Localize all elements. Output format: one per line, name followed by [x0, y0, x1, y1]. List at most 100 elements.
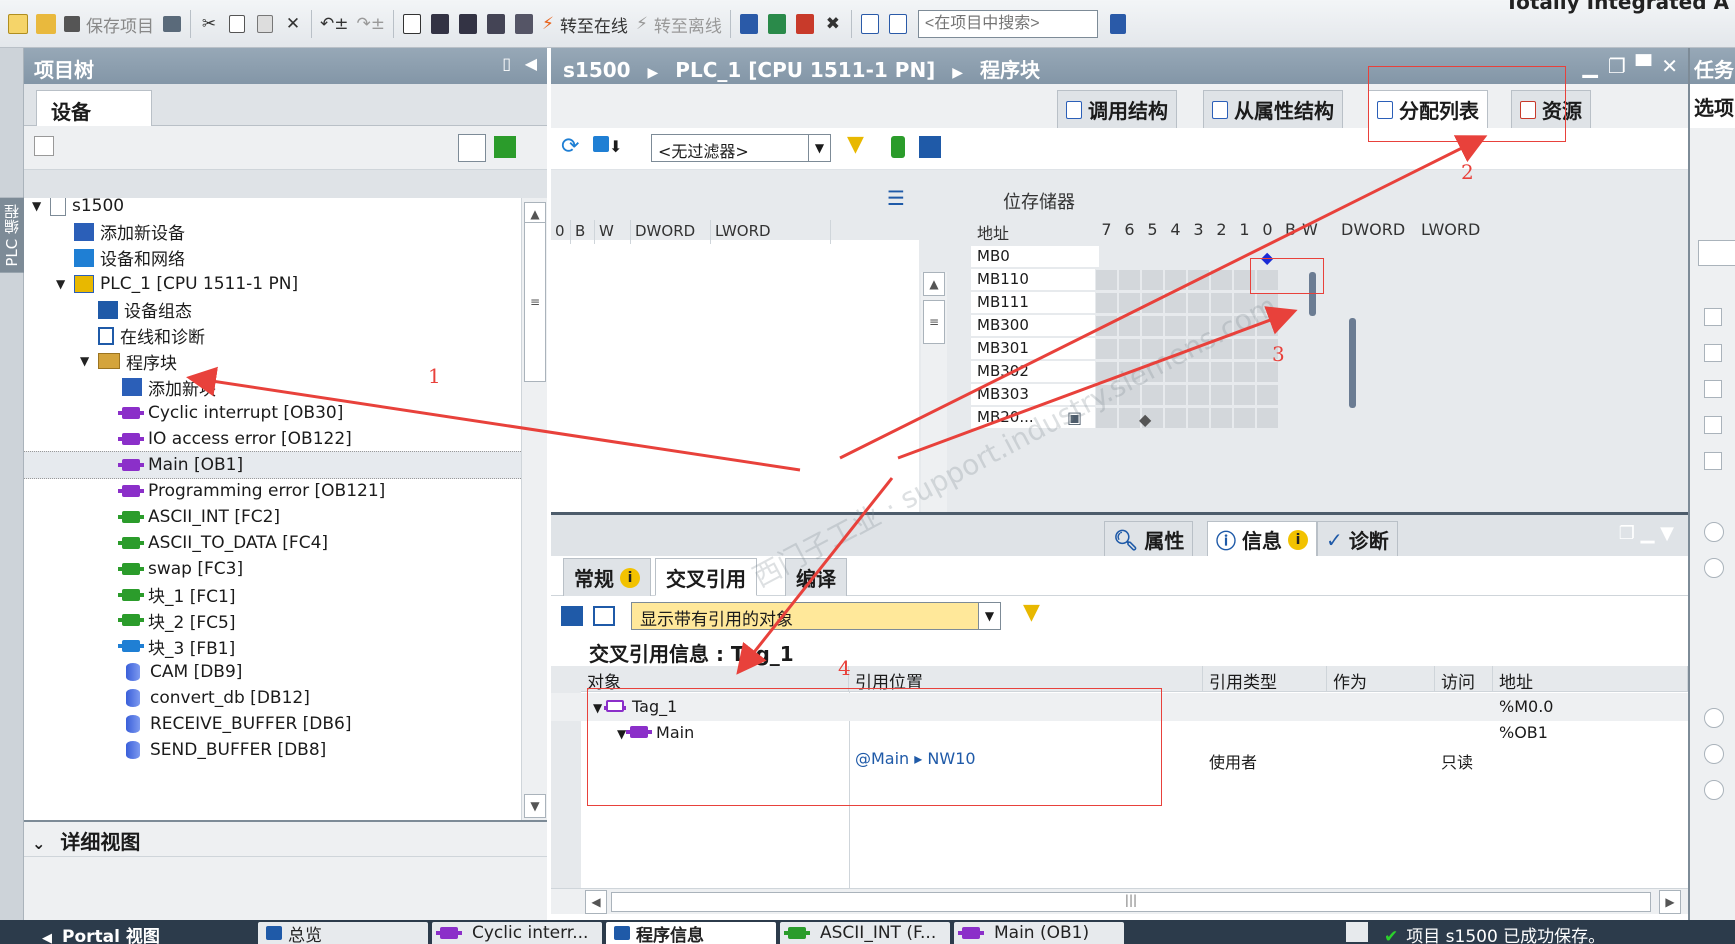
download-icon[interactable]: [427, 9, 453, 39]
tree-item[interactable]: SEND_BUFFER [DB8]: [104, 736, 326, 764]
close-icon[interactable]: ✕: [1661, 54, 1678, 78]
memory-row[interactable]: MB0: [971, 246, 1688, 269]
tree-item[interactable]: swap [FC3]: [104, 555, 243, 583]
tab-info[interactable]: ⓘ 信息 i: [1207, 521, 1317, 557]
tree-item[interactable]: Cyclic interrupt [OB30]: [104, 399, 343, 427]
tree-settings-icon[interactable]: [34, 136, 54, 156]
tab-call-structure[interactable]: 调用结构: [1057, 90, 1177, 128]
scroll-left-icon[interactable]: ◀: [585, 890, 607, 914]
xref-column-header[interactable]: 访问: [1435, 666, 1493, 693]
tree-item[interactable]: 块_2 [FC5]: [104, 606, 235, 634]
stop-cpu-icon[interactable]: [792, 9, 818, 39]
tree-item[interactable]: ▼ 程序块: [80, 347, 177, 375]
tree-item[interactable]: 块_1 [FC1]: [104, 581, 235, 609]
plc-programming-tab[interactable]: PLC 编程: [0, 198, 24, 273]
scroll-right-icon[interactable]: ▶: [1659, 890, 1681, 914]
upload-icon[interactable]: [455, 9, 481, 39]
tree-scrollbar[interactable]: ▲ ≡ ▼: [521, 198, 547, 820]
add-icon[interactable]: [494, 136, 516, 158]
table-view-icon[interactable]: [458, 134, 486, 162]
refresh-icon[interactable]: ⟳: [561, 134, 579, 159]
start-cpu-icon[interactable]: [764, 9, 790, 39]
go-offline-button[interactable]: ⚡ 转至离线: [633, 9, 725, 39]
view-options-icon[interactable]: ⬇: [593, 136, 627, 160]
tree-expander-icon[interactable]: ▼: [56, 277, 70, 291]
tab-cross-references[interactable]: 交叉引用: [655, 558, 757, 596]
task-option-checkbox[interactable]: [1704, 416, 1722, 434]
statusbar-tab-overview[interactable]: 总览: [258, 922, 428, 944]
statusbar-tab-cyclic[interactable]: Cyclic interr...: [432, 922, 602, 944]
filter-select[interactable]: <无过滤器> ▼: [651, 134, 831, 162]
search-project-icon[interactable]: [1105, 9, 1131, 39]
tab-dependency-structure[interactable]: 从属性结构: [1203, 90, 1343, 128]
tree-item[interactable]: 设备和网络: [56, 244, 185, 272]
tree-item[interactable]: RECEIVE_BUFFER [DB6]: [104, 710, 352, 738]
memory-row[interactable]: MB110: [971, 269, 1688, 292]
task-option-radio[interactable]: [1704, 522, 1724, 542]
paste-icon[interactable]: [252, 9, 278, 39]
tree-item[interactable]: 添加新块: [104, 373, 216, 401]
tree-item[interactable]: 设备组态: [80, 296, 192, 324]
split-vertical-icon[interactable]: [885, 9, 911, 39]
cut-icon[interactable]: ✂: [196, 9, 222, 39]
cross-icon[interactable]: ✖: [820, 9, 846, 39]
tab-general[interactable]: 常规 i: [563, 558, 651, 596]
minimize-icon[interactable]: ▁: [1583, 54, 1598, 78]
tree-item[interactable]: ▼ PLC_1 [CPU 1511-1 PN]: [56, 270, 298, 298]
project-search-input[interactable]: [917, 10, 1098, 38]
task-search-input[interactable]: [1698, 240, 1735, 266]
xref-column-header[interactable]: 作为: [1327, 666, 1435, 693]
tree-expander-icon[interactable]: ▼: [32, 199, 46, 213]
tree-item[interactable]: CAM [DB9]: [104, 658, 242, 686]
split-horizontal-icon[interactable]: [857, 9, 883, 39]
open-project-icon[interactable]: [33, 9, 59, 39]
filter-icon[interactable]: ▼: [1023, 600, 1040, 625]
filter-icon[interactable]: ▼: [847, 132, 864, 157]
delete-icon[interactable]: ✕: [280, 9, 306, 39]
save-project-button[interactable]: 保存项目: [61, 9, 157, 39]
scroll-down-icon[interactable]: ▼: [524, 794, 546, 818]
tree-item[interactable]: Programming error [OB121]: [104, 477, 385, 505]
xref-filter-select[interactable]: 显示带有引用的对象 ▼: [631, 602, 1001, 630]
expand-all-icon[interactable]: [561, 606, 583, 626]
copy-icon[interactable]: [224, 9, 250, 39]
memory-row[interactable]: MB302: [971, 361, 1688, 384]
simulation-icon[interactable]: [483, 9, 509, 39]
xref-horizontal-scrollbar[interactable]: ◀ ||| ▶: [551, 888, 1688, 914]
tree-expander-icon[interactable]: ▼: [80, 354, 94, 368]
stop-sim-icon[interactable]: [511, 9, 537, 39]
statusbar-tab-program-info[interactable]: 程序信息: [606, 922, 776, 944]
maximize-icon[interactable]: ▀: [1636, 54, 1651, 78]
tab-diagnostics[interactable]: ✓ 诊断: [1317, 521, 1398, 557]
list-icon[interactable]: ☰: [887, 186, 905, 210]
print-icon[interactable]: [159, 9, 185, 39]
collapse-left-icon[interactable]: ◀: [525, 54, 537, 73]
detail-view-header[interactable]: ⌄ 详细视图: [24, 820, 547, 856]
task-option-radio[interactable]: [1704, 780, 1724, 800]
statusbar-tab-ascii-int[interactable]: ASCII_INT (F...: [780, 922, 950, 944]
memory-row[interactable]: MB300: [971, 315, 1688, 338]
memory-row[interactable]: MB111: [971, 292, 1688, 315]
undo-icon[interactable]: ↶±: [317, 9, 352, 39]
inspector-window-icons[interactable]: ❐ ▁ ▼: [1619, 523, 1674, 544]
tree-item[interactable]: ASCII_INT [FC2]: [104, 503, 280, 531]
pin-icon[interactable]: ▯: [502, 54, 511, 73]
float-icon[interactable]: ❐: [1608, 54, 1626, 78]
tab-properties[interactable]: 🔍︎ 属性: [1104, 521, 1194, 557]
tree-item[interactable]: 在线和诊断: [80, 322, 205, 350]
statusbar-settings-icon[interactable]: [1346, 922, 1368, 942]
xref-column-header[interactable]: 引用类型: [1203, 666, 1327, 693]
compile-icon[interactable]: [399, 9, 425, 39]
task-option-checkbox[interactable]: [1704, 344, 1722, 362]
scroll-up-icon[interactable]: ▲: [923, 272, 945, 296]
tree-item[interactable]: convert_db [DB12]: [104, 684, 310, 712]
tree-item[interactable]: ▼ s1500: [32, 198, 124, 220]
scroll-thumb[interactable]: ≡: [524, 222, 546, 382]
collapse-all-icon[interactable]: [593, 606, 615, 626]
breadcrumb-program-blocks[interactable]: 程序块: [980, 58, 1040, 82]
scroll-thumb[interactable]: ≡: [923, 300, 945, 344]
task-option-checkbox[interactable]: [1704, 380, 1722, 398]
tree-item[interactable]: 块_3 [FB1]: [104, 632, 235, 660]
portal-view-button[interactable]: ◀ Portal 视图: [42, 922, 160, 944]
task-option-checkbox[interactable]: [1704, 452, 1722, 470]
